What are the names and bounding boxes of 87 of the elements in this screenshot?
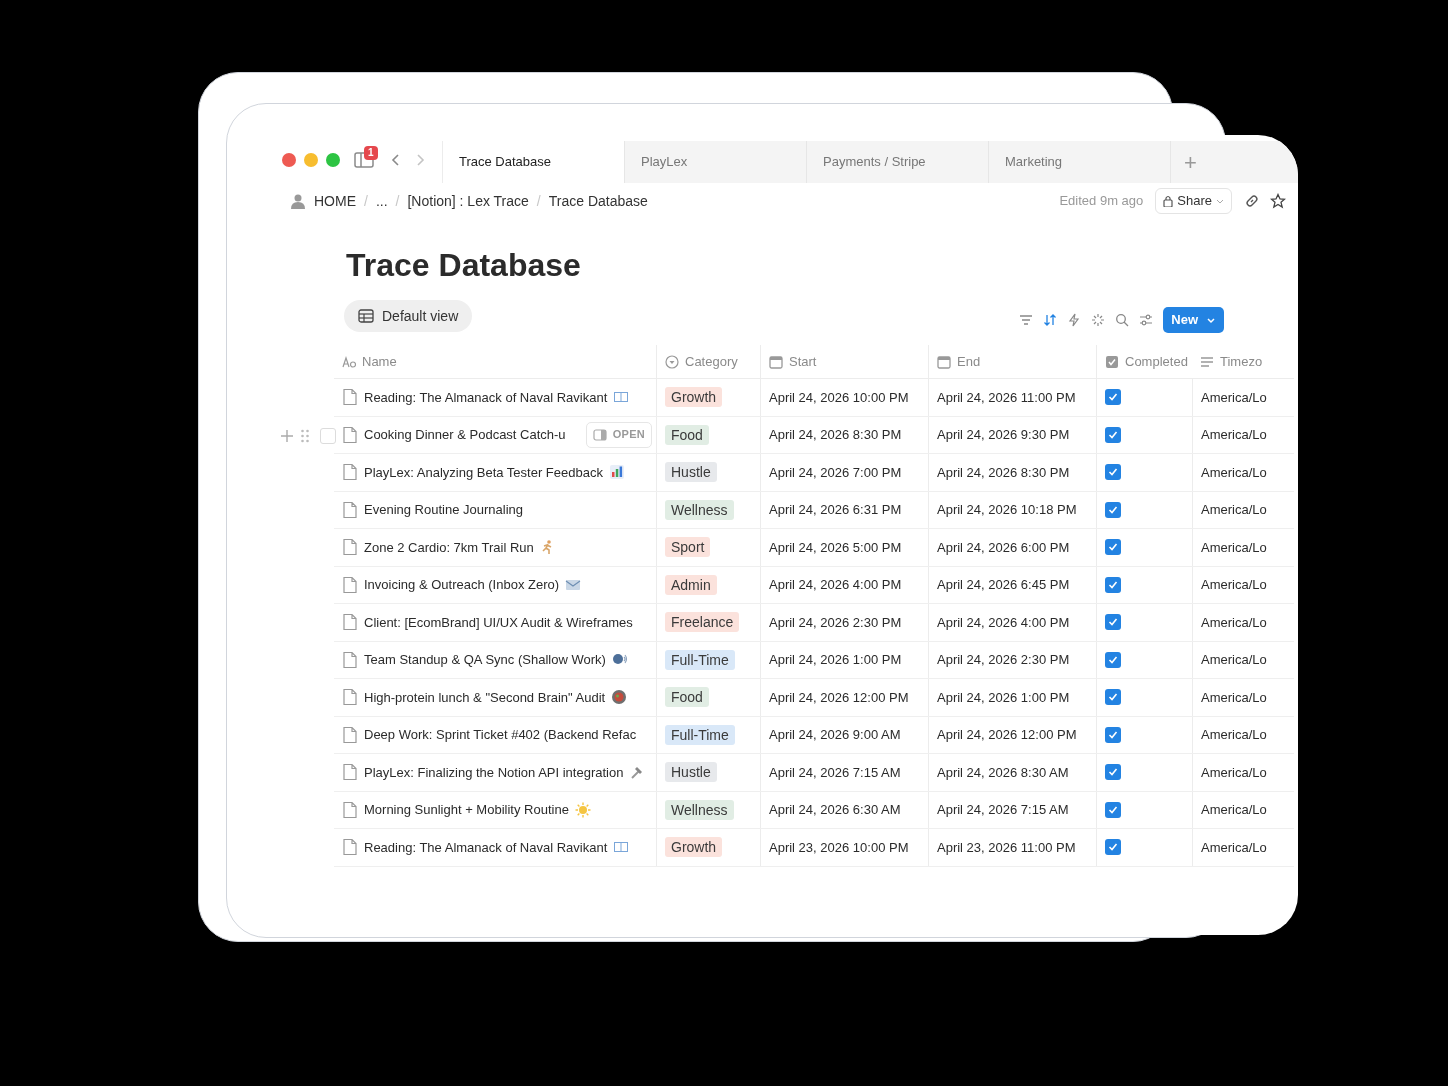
category-tag: Food [665, 687, 709, 708]
date-text: April 24, 2026 8:30 AM [937, 763, 1069, 782]
date-text: April 24, 2026 9:00 AM [769, 726, 901, 744]
category-tag: Sport [665, 537, 711, 558]
date-text: April 24, 2026 1:00 PM [769, 651, 902, 669]
row-title[interactable]: Zone 2 Cardio: 7km Trail Run [364, 537, 534, 557]
date-text: April 24, 2026 7:00 PM [769, 463, 902, 482]
row-title[interactable]: Deep Work: Sprint Ticket #402 (Backend Refac [364, 725, 637, 745]
tab[interactable]: Payments / Stripe [806, 141, 988, 183]
view-tab[interactable]: Default view [344, 300, 473, 332]
timezone-text: America/Lo [1201, 688, 1267, 707]
share-button[interactable]: Share [1155, 188, 1232, 214]
date-text: April 24, 2026 10:00 PM [769, 388, 909, 407]
date-text: April 24, 2026 1:00 PM [937, 688, 1070, 707]
category-tag: Food [665, 424, 709, 445]
row-title[interactable]: PlayLex: Analyzing Beta Tester Feedback [364, 462, 603, 482]
column-header[interactable]: Completed [1125, 351, 1188, 372]
column-header[interactable]: End [957, 351, 981, 372]
timezone-text: America/Lo [1201, 763, 1267, 782]
date-text: April 24, 2026 6:45 PM [937, 576, 1070, 594]
breadcrumb-link[interactable]: Trace Database [548, 190, 648, 212]
date-text: April 24, 2026 11:00 PM [937, 388, 1076, 407]
tab[interactable]: PlayLex [624, 141, 806, 183]
row-title[interactable]: Team Standup & QA Sync (Shallow Work) [364, 650, 606, 670]
breadcrumb-separator: / [364, 191, 368, 211]
new-button[interactable]: New [1163, 307, 1224, 333]
date-text: April 24, 2026 6:31 PM [769, 501, 902, 519]
row-title[interactable]: Cooking Dinner & Podcast Catch-u [364, 425, 566, 445]
page-title: Trace Database [346, 246, 582, 285]
timezone-text: America/Lo [1201, 388, 1267, 407]
row-title[interactable]: Morning Sunlight + Mobility Routine [364, 800, 569, 820]
timezone-text: America/Lo [1201, 651, 1267, 669]
timezone-text: America/Lo [1201, 426, 1267, 444]
breadcrumb-link[interactable]: [Notion] : Lex Trace [407, 190, 529, 212]
date-text: April 24, 2026 12:00 PM [937, 726, 1077, 744]
date-text: April 24, 2026 4:00 PM [769, 576, 902, 594]
column-header[interactable]: Category [685, 351, 738, 372]
date-text: April 24, 2026 6:00 PM [937, 538, 1070, 557]
category-tag: Admin [665, 574, 717, 595]
row-title[interactable]: Invoicing & Outreach (Inbox Zero) [364, 575, 560, 595]
date-text: April 23, 2026 10:00 PM [769, 838, 909, 857]
row-title[interactable]: Reading: The Almanack of Naval Ravikant [364, 837, 608, 857]
category-tag: Hustle [665, 462, 717, 483]
date-text: April 23, 2026 11:00 PM [937, 838, 1076, 857]
breadcrumb-link[interactable]: ... [375, 190, 388, 212]
date-text: April 24, 2026 2:30 PM [769, 613, 902, 632]
timezone-text: America/Lo [1201, 501, 1267, 519]
date-text: April 24, 2026 2:30 PM [937, 651, 1070, 669]
category-tag: Growth [665, 837, 723, 858]
date-text: April 24, 2026 8:30 PM [937, 463, 1070, 482]
breadcrumb-separator: / [395, 191, 400, 211]
timezone-text: America/Lo [1201, 838, 1267, 857]
date-text: April 24, 2026 9:30 PM [937, 426, 1070, 444]
tab[interactable]: Marketing [988, 141, 1170, 183]
row-title[interactable]: Client: [EcomBrand] UI/UX Audit & Wireframes [364, 612, 633, 632]
category-tag: Full-Time [665, 724, 735, 745]
date-text: April 24, 2026 12:00 PM [769, 688, 909, 707]
timezone-text: America/Lo [1201, 576, 1267, 594]
date-text: April 24, 2026 6:30 AM [769, 801, 901, 819]
category-tag: Hustle [665, 762, 717, 783]
category-tag: Freelance [665, 612, 740, 633]
date-text: April 24, 2026 4:00 PM [937, 613, 1070, 632]
timezone-text: America/Lo [1201, 801, 1267, 819]
category-tag: Wellness [665, 499, 734, 520]
date-text: April 24, 2026 10:18 PM [937, 501, 1077, 519]
timezone-text: America/Lo [1201, 726, 1267, 744]
date-text: April 24, 2026 7:15 AM [769, 763, 901, 782]
row-title[interactable]: High-protein lunch & "Second Brain" Audit [364, 687, 606, 707]
row-title[interactable]: Evening Routine Journaling [364, 500, 523, 520]
category-tag: Full-Time [665, 649, 735, 670]
category-tag: Growth [665, 387, 723, 408]
column-header[interactable]: Timezo [1220, 351, 1263, 372]
category-tag: Wellness [665, 799, 734, 820]
column-header[interactable]: Name [362, 351, 397, 372]
breadcrumb-separator: / [536, 191, 541, 211]
date-text: April 24, 2026 7:15 AM [937, 801, 1069, 819]
timezone-text: America/Lo [1201, 538, 1267, 557]
column-header[interactable]: Start [789, 351, 817, 372]
timezone-text: America/Lo [1201, 463, 1267, 482]
timezone-text: America/Lo [1201, 613, 1267, 632]
row-title[interactable]: Reading: The Almanack of Naval Ravikant [364, 387, 608, 407]
date-text: April 24, 2026 8:30 PM [769, 426, 902, 444]
edited-text: Edited 9m ago [1059, 192, 1144, 211]
date-text: April 24, 2026 5:00 PM [769, 538, 902, 557]
breadcrumb-link[interactable]: HOME [314, 190, 356, 212]
notification-badge: 1 [364, 146, 378, 160]
row-title[interactable]: PlayLex: Finalizing the Notion API integration [364, 762, 624, 782]
